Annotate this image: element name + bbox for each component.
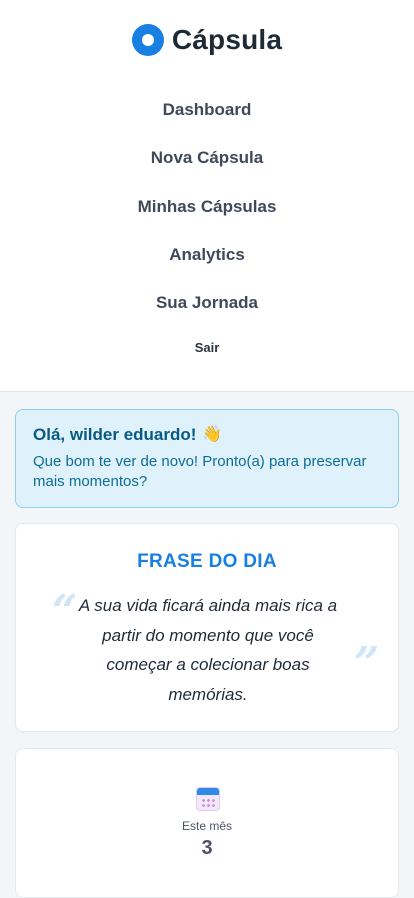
- quote-title: FRASE DO DIA: [137, 551, 277, 572]
- welcome-title-row: Olá, wilder eduardo! 👋: [33, 425, 381, 445]
- circle-ring-logo-icon: [131, 24, 164, 56]
- stat-value: 3: [201, 837, 213, 859]
- stat-label: Este mês: [181, 819, 232, 833]
- welcome-title: Olá, wilder eduardo!: [33, 425, 197, 444]
- nav-item-analytics[interactable]: Analytics: [0, 245, 414, 265]
- nav-item-minhas-capsulas[interactable]: Minhas Cápsulas: [0, 197, 414, 217]
- stat-card-this-month: Este mês 3: [15, 748, 399, 898]
- close-quote-icon: ”: [354, 638, 380, 689]
- nav-item-nova-capsula[interactable]: Nova Cápsula: [0, 148, 414, 168]
- quote-of-the-day-card: FRASE DO DIA “ A sua vida ficará ainda m…: [15, 523, 399, 732]
- nav-item-sair[interactable]: Sair: [0, 340, 414, 355]
- welcome-subtitle: Que bom te ver de novo! Pronto(a) para p…: [33, 453, 367, 490]
- quote-text: A sua vida ficará ainda mais rica a part…: [78, 596, 338, 704]
- top-navigation: Cápsula Dashboard Nova Cápsula Minhas Cá…: [0, 0, 414, 392]
- nav-item-sua-jornada[interactable]: Sua Jornada: [0, 293, 414, 313]
- open-quote-icon: “: [52, 586, 78, 637]
- brand-name: Cápsula: [171, 24, 283, 55]
- welcome-banner: Olá, wilder eduardo! 👋 Que bom te ver de…: [15, 409, 399, 508]
- calendar-icon: [196, 787, 220, 811]
- waving-hand-icon: 👋: [202, 426, 223, 443]
- nav-item-dashboard[interactable]: Dashboard: [0, 100, 414, 120]
- brand[interactable]: Cápsula: [0, 22, 414, 58]
